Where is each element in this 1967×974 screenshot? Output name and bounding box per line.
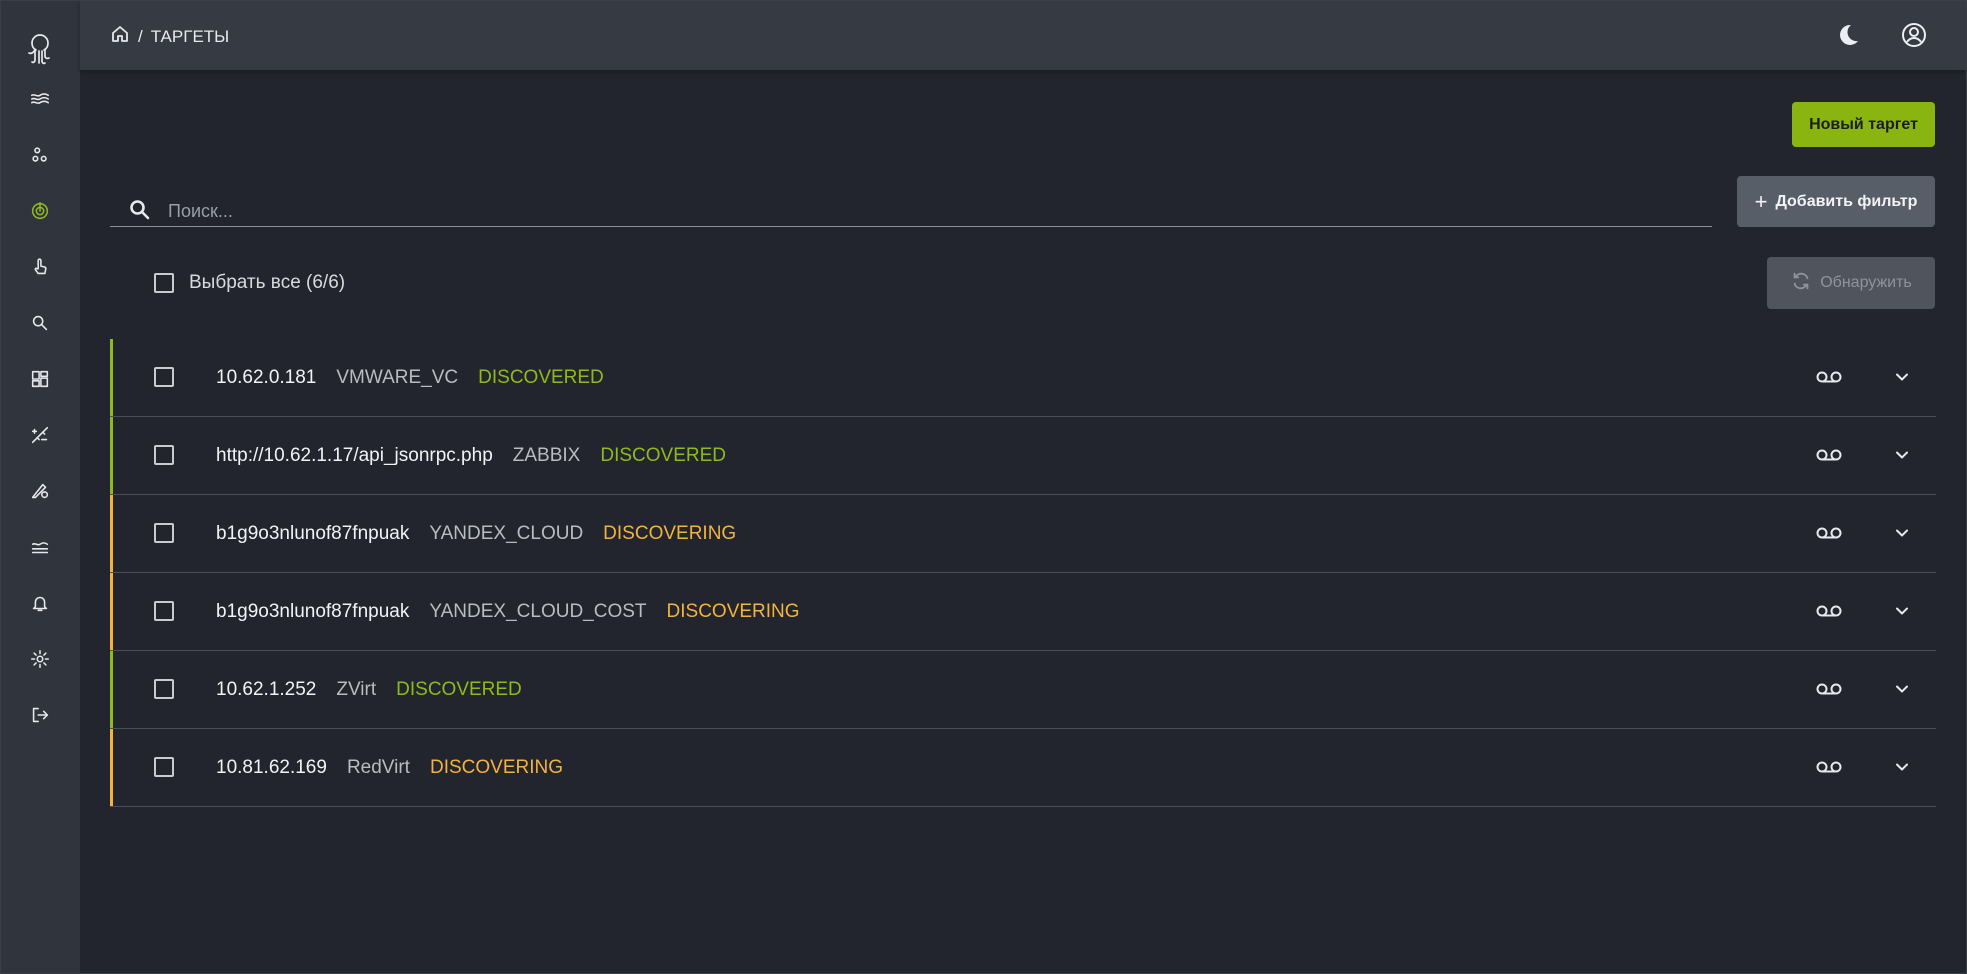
voicemail-icon[interactable]: [1815, 365, 1843, 389]
voicemail-icon[interactable]: [1815, 443, 1843, 467]
target-icon[interactable]: [0, 183, 80, 239]
search-bar: [110, 192, 1712, 227]
target-type: YANDEX_CLOUD: [429, 522, 584, 544]
discover-label: Обнаружить: [1820, 274, 1912, 291]
breadcrumb: / ТАРГЕТЫ: [110, 24, 229, 49]
logout-icon[interactable]: [0, 687, 80, 743]
chevron-down-icon[interactable]: [1890, 677, 1914, 701]
target-info: http://10.62.1.17/api_jsonrpc.php ZABBIX…: [216, 417, 726, 494]
target-status: DISCOVERING: [429, 756, 563, 778]
status-bar: [110, 495, 113, 572]
nodes-icon[interactable]: [0, 127, 80, 183]
target-type: ZVirt: [336, 678, 377, 700]
dashboard-icon[interactable]: [0, 351, 80, 407]
chevron-down-icon[interactable]: [1890, 443, 1914, 467]
target-info: 10.81.62.169 RedVirt DISCOVERING: [216, 729, 563, 806]
row-checkbox[interactable]: [154, 679, 174, 699]
voicemail-icon[interactable]: [1815, 677, 1843, 701]
user-icon[interactable]: [1899, 20, 1929, 50]
moon-icon[interactable]: [1833, 20, 1863, 50]
search-input[interactable]: [166, 197, 1570, 225]
select-all: Выбрать все (6/6): [154, 272, 345, 294]
breadcrumb-separator: /: [138, 26, 143, 46]
new-target-button[interactable]: Новый таргет: [1792, 102, 1935, 147]
discover-button[interactable]: Обнаружить: [1767, 257, 1935, 309]
target-info: b1g9o3nlunof87fnpuak YANDEX_CLOUD_COST D…: [216, 573, 800, 650]
logo-icon[interactable]: [0, 20, 80, 76]
breadcrumb-current: ТАРГЕТЫ: [150, 26, 230, 46]
select-all-label: Выбрать все (6/6): [189, 272, 346, 293]
sidebar: [0, 0, 80, 974]
status-bar: [110, 417, 113, 494]
target-info: 10.62.1.252 ZVirt DISCOVERED: [216, 651, 522, 728]
target-status: DISCOVERED: [600, 444, 726, 466]
target-address: http://10.62.1.17/api_jsonrpc.php: [216, 444, 493, 466]
row-checkbox[interactable]: [154, 601, 174, 621]
voicemail-icon[interactable]: [1815, 599, 1843, 623]
search-icon: [130, 200, 150, 220]
row-checkbox[interactable]: [154, 367, 174, 387]
bell-icon[interactable]: [0, 575, 80, 631]
search-icon[interactable]: [0, 295, 80, 351]
plus-icon: +: [1754, 188, 1768, 214]
chevron-down-icon[interactable]: [1890, 599, 1914, 623]
target-row[interactable]: b1g9o3nlunof87fnpuak YANDEX_CLOUD DISCOV…: [110, 495, 1936, 573]
target-row[interactable]: http://10.62.1.17/api_jsonrpc.php ZABBIX…: [110, 417, 1936, 495]
status-bar: [110, 339, 113, 416]
target-address: 10.62.0.181: [216, 366, 317, 388]
target-address: 10.81.62.169: [216, 756, 327, 778]
waves-icon[interactable]: [0, 71, 80, 127]
target-row[interactable]: 10.62.0.181 VMWARE_VC DISCOVERED: [110, 339, 1936, 417]
row-checkbox[interactable]: [154, 523, 174, 543]
chart-icon[interactable]: [0, 407, 80, 463]
chevron-down-icon[interactable]: [1890, 365, 1914, 389]
target-info: b1g9o3nlunof87fnpuak YANDEX_CLOUD DISCOV…: [216, 495, 736, 572]
target-list: 10.62.0.181 VMWARE_VC DISCOVERED http://…: [110, 339, 1936, 807]
target-type: VMWARE_VC: [336, 366, 459, 388]
select-all-checkbox[interactable]: [154, 273, 174, 293]
target-address: b1g9o3nlunof87fnpuak: [216, 522, 410, 544]
target-address: 10.62.1.252: [216, 678, 317, 700]
settings-edit-icon[interactable]: [0, 463, 80, 519]
touch-icon[interactable]: [0, 239, 80, 295]
target-status: DISCOVERING: [666, 600, 800, 622]
target-address: b1g9o3nlunof87fnpuak: [216, 600, 410, 622]
row-checkbox[interactable]: [154, 445, 174, 465]
layers-icon[interactable]: [0, 519, 80, 575]
target-info: 10.62.0.181 VMWARE_VC DISCOVERED: [216, 339, 604, 416]
target-row[interactable]: 10.62.1.252 ZVirt DISCOVERED: [110, 651, 1936, 729]
target-type: YANDEX_CLOUD_COST: [429, 600, 647, 622]
status-bar: [110, 729, 113, 806]
refresh-icon: [1790, 270, 1812, 297]
target-status: DISCOVERED: [478, 366, 604, 388]
chevron-down-icon[interactable]: [1890, 755, 1914, 779]
target-type: ZABBIX: [512, 444, 581, 466]
target-status: DISCOVERED: [396, 678, 522, 700]
voicemail-icon[interactable]: [1815, 521, 1843, 545]
add-filter-button[interactable]: + Добавить фильтр: [1737, 176, 1935, 227]
target-status: DISCOVERING: [603, 522, 737, 544]
row-checkbox[interactable]: [154, 757, 174, 777]
status-bar: [110, 651, 113, 728]
target-type: RedVirt: [346, 756, 410, 778]
topbar: / ТАРГЕТЫ: [80, 0, 1967, 70]
status-bar: [110, 573, 113, 650]
home-icon[interactable]: [110, 24, 130, 49]
chevron-down-icon[interactable]: [1890, 521, 1914, 545]
target-row[interactable]: 10.81.62.169 RedVirt DISCOVERING: [110, 729, 1936, 807]
voicemail-icon[interactable]: [1815, 755, 1843, 779]
target-row[interactable]: b1g9o3nlunof87fnpuak YANDEX_CLOUD_COST D…: [110, 573, 1936, 651]
gear-icon[interactable]: [0, 631, 80, 687]
add-filter-label: Добавить фильтр: [1775, 192, 1918, 210]
